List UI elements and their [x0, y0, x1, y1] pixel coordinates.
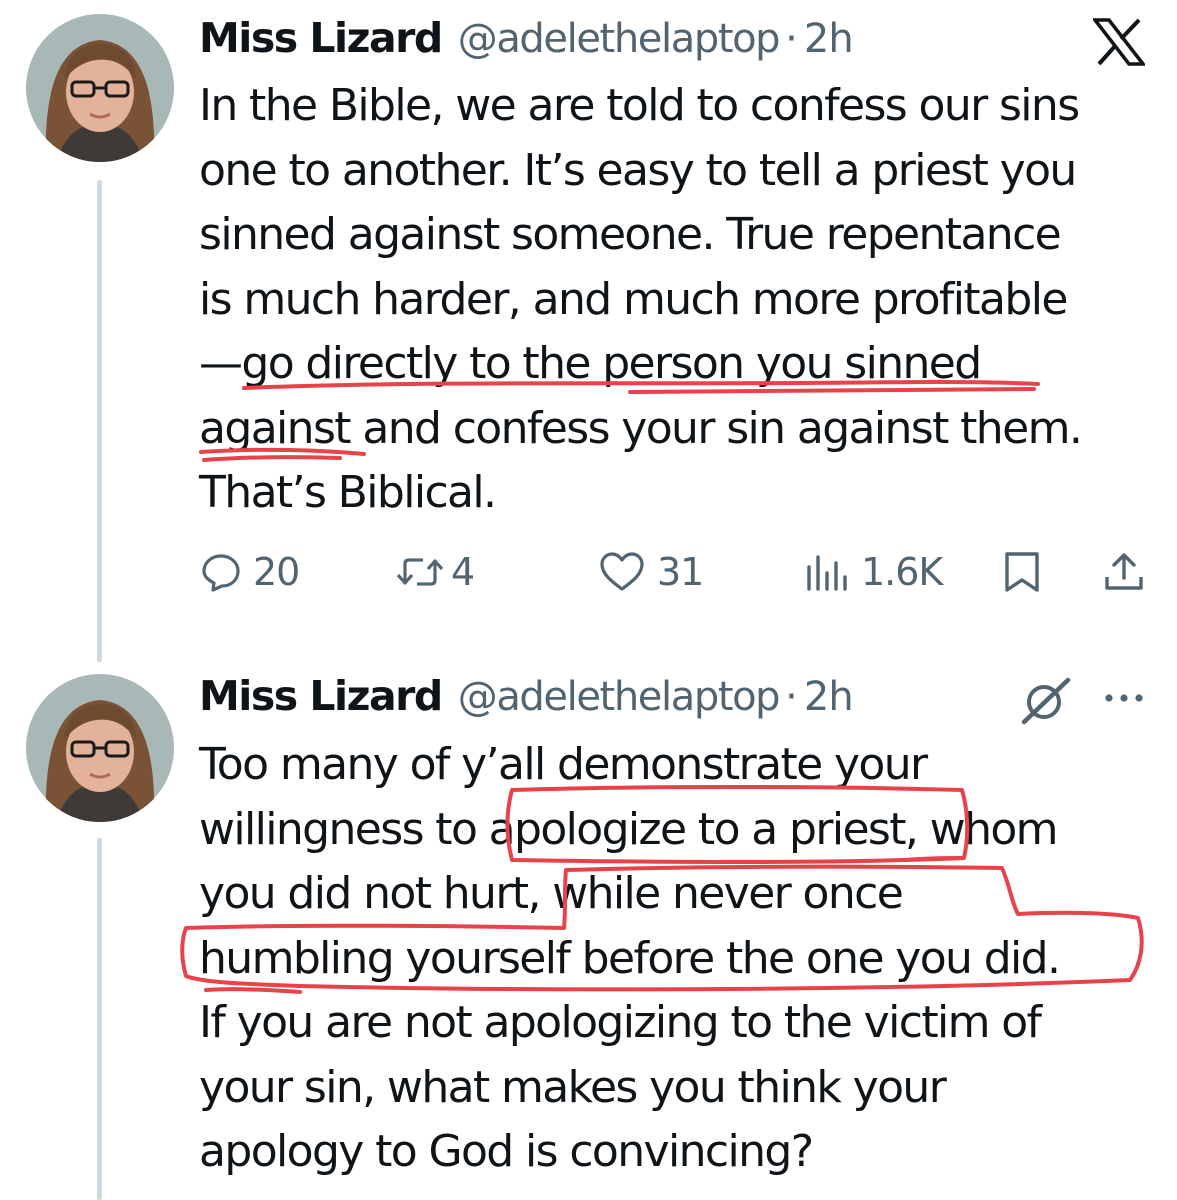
tweet-text-line: Too many of y’all demonstrate your	[199, 739, 928, 790]
tweet-text-line: That’s Biblical.	[199, 467, 497, 518]
tweet-text-line: humbling yourself before the one you did…	[199, 932, 1061, 984]
avatar[interactable]	[26, 674, 174, 822]
views-chart-icon	[803, 551, 849, 593]
tweet-text: In the Bible, we are told to confess our…	[199, 74, 1083, 526]
tweet-text-line: one to another. It’s easy to tell a prie…	[199, 144, 1077, 196]
user-handle[interactable]: @adelethelaptop	[458, 16, 781, 62]
repost-icon	[395, 552, 445, 592]
tweet-text-line: apology to God is convincing?	[199, 1126, 814, 1177]
separator-dot: ·	[785, 16, 798, 62]
like-count: 31	[657, 550, 704, 594]
more-icon[interactable]	[1102, 688, 1146, 708]
bookmark-icon	[1002, 550, 1042, 594]
tweet-text-line: you did not hurt, while never once	[199, 868, 904, 919]
tweet-text-line: your sin, what makes you think your	[199, 1061, 947, 1113]
thread-line-continued	[97, 838, 102, 1200]
timestamp[interactable]: 2h	[804, 674, 854, 720]
display-name[interactable]: Miss Lizard	[199, 672, 443, 720]
like-button[interactable]: 31	[599, 544, 704, 600]
tweet-text-line: If you are not apologizing to the victim…	[199, 997, 1042, 1048]
separator-dot: ·	[785, 674, 798, 720]
x-logo-icon	[1093, 18, 1145, 66]
action-bar: 20 4 31 1.6K	[199, 544, 1154, 600]
tweet-text-line: In the Bible, we are told to confess our…	[199, 80, 1080, 131]
user-handle[interactable]: @adelethelaptop	[458, 674, 781, 720]
repost-button[interactable]: 4	[395, 544, 475, 600]
view-count: 1.6K	[861, 550, 943, 594]
bookmark-button[interactable]	[1002, 544, 1042, 600]
thread-line	[97, 180, 102, 662]
avatar[interactable]	[26, 14, 174, 162]
heart-icon	[599, 551, 645, 593]
tweet-text-line: sinned against someone. True repentance	[199, 209, 1062, 260]
tweet-text-line: —go directly to the person you sinned	[199, 338, 982, 389]
timestamp[interactable]: 2h	[804, 16, 854, 62]
reply-count: 20	[253, 550, 300, 594]
tweet-header: Miss Lizard @adelethelaptop · 2h	[199, 672, 854, 724]
repost-count: 4	[451, 550, 475, 594]
tweet-header: Miss Lizard @adelethelaptop · 2h	[199, 14, 854, 66]
share-icon	[1102, 550, 1146, 594]
display-name[interactable]: Miss Lizard	[199, 14, 443, 62]
grok-icon[interactable]	[1020, 676, 1074, 726]
tweet-text-line: willingness to apologize to a priest, wh…	[199, 803, 1059, 855]
tweet-text: Too many of y’all demonstrate your willi…	[199, 733, 1061, 1185]
tweet-text-line: is much harder, and much more profitable	[199, 273, 1068, 325]
reply-icon	[201, 552, 241, 592]
views-button[interactable]: 1.6K	[803, 544, 943, 600]
share-button[interactable]	[1102, 544, 1146, 600]
tweet-text-line: against and confess your sin against the…	[199, 402, 1083, 454]
reply-button[interactable]: 20	[201, 544, 300, 600]
